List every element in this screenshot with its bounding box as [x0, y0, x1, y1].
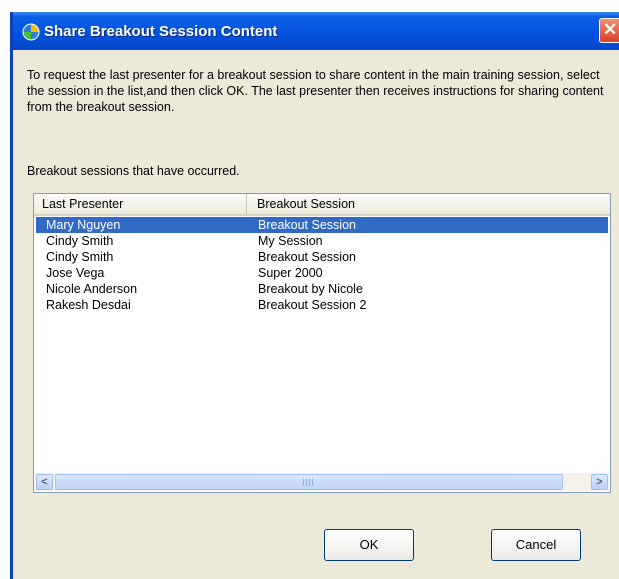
chevron-left-icon: < — [41, 476, 48, 488]
dialog-title: Share Breakout Session Content — [44, 23, 278, 40]
column-header-breakout-session[interactable]: Breakout Session — [247, 194, 609, 214]
scroll-thumb[interactable] — [55, 474, 563, 490]
table-row[interactable]: Cindy Smith Breakout Session — [34, 249, 610, 265]
ok-button[interactable]: OK — [324, 529, 414, 561]
close-button[interactable]: ✕ — [599, 18, 619, 43]
instructions-text: To request the last presenter for a brea… — [27, 68, 604, 114]
list-rows: Mary Nguyen Breakout Session Cindy Smith My… — [34, 217, 610, 313]
list-caption: Breakout sessions that have occurred. — [27, 164, 240, 178]
grip-icon — [303, 479, 313, 486]
presenter-cell: Cindy Smith — [46, 250, 114, 264]
title-bar[interactable]: Share Breakout Session Content ✕ — [13, 12, 619, 50]
scroll-left-button[interactable]: < — [36, 474, 53, 490]
horizontal-scrollbar[interactable]: < > — [35, 473, 609, 491]
close-icon: ✕ — [603, 20, 618, 39]
table-row[interactable]: Jose Vega Super 2000 — [34, 265, 610, 281]
cancel-button[interactable]: Cancel — [491, 529, 581, 561]
presenter-cell: Jose Vega — [46, 266, 105, 280]
session-cell: Breakout Session — [258, 218, 356, 232]
table-row[interactable]: Mary Nguyen Breakout Session — [36, 217, 608, 233]
session-cell: My Session — [258, 234, 323, 248]
presenter-cell: Rakesh Desdai — [46, 298, 131, 312]
scroll-right-button[interactable]: > — [591, 474, 608, 490]
column-header-last-presenter[interactable]: Last Presenter — [34, 194, 247, 214]
session-cell: Breakout Session 2 — [258, 298, 367, 312]
session-cell: Super 2000 — [258, 266, 323, 280]
session-cell: Breakout Session — [258, 250, 356, 264]
breakout-sessions-list[interactable]: Last Presenter Breakout Session Mary Ngu… — [33, 193, 611, 493]
session-cell: Breakout by Nicole — [258, 282, 363, 296]
share-breakout-dialog: Share Breakout Session Content ✕ To requ… — [10, 12, 619, 579]
list-header: Last Presenter Breakout Session — [34, 194, 610, 216]
table-row[interactable]: Nicole Anderson Breakout by Nicole — [34, 281, 610, 297]
presenter-cell: Nicole Anderson — [46, 282, 138, 296]
webex-globe-icon — [22, 23, 40, 41]
chevron-right-icon: > — [596, 476, 603, 488]
table-row[interactable]: Rakesh Desdai Breakout Session 2 — [34, 297, 610, 313]
table-row[interactable]: Cindy Smith My Session — [34, 233, 610, 249]
presenter-cell: Mary Nguyen — [46, 218, 121, 232]
presenter-cell: Cindy Smith — [46, 234, 114, 248]
